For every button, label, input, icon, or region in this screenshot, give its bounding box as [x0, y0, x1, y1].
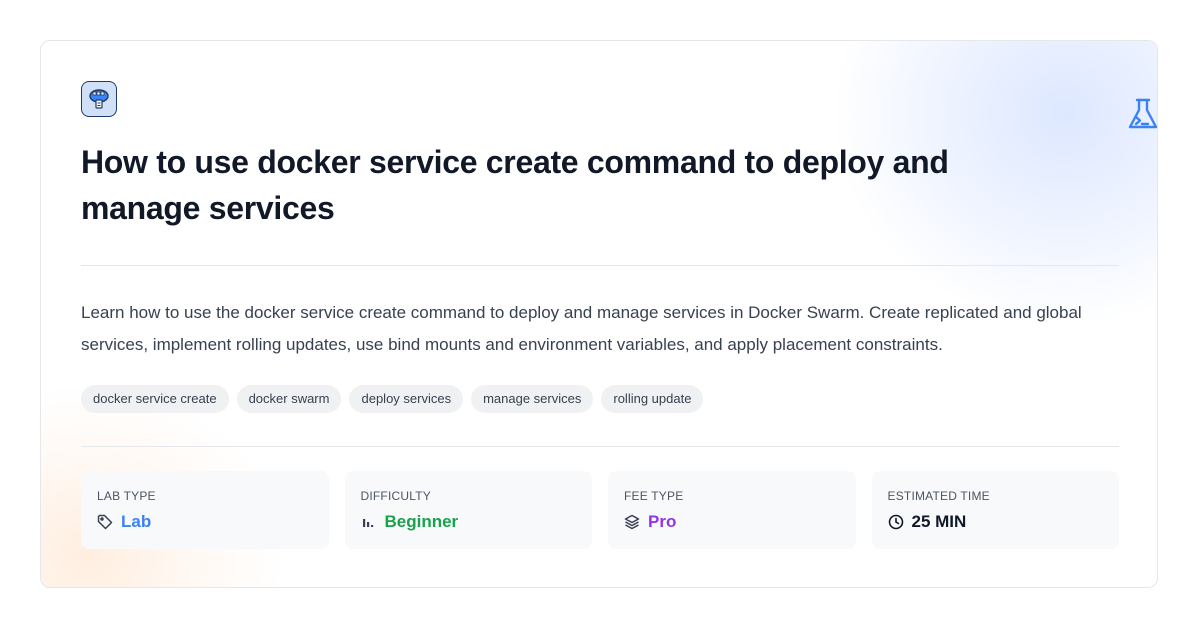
- layers-icon: [624, 514, 640, 530]
- divider: [81, 446, 1119, 447]
- tag-docker-service-create[interactable]: docker service create: [81, 385, 229, 413]
- clock-icon: [888, 514, 904, 530]
- bar-chart-icon: [361, 514, 377, 530]
- stat-estimated-time: ESTIMATED TIME 25 MIN: [871, 471, 1119, 549]
- stat-difficulty: DIFFICULTY Beginner: [344, 471, 592, 549]
- stat-value: Lab: [121, 512, 152, 531]
- tag-deploy-services[interactable]: deploy services: [349, 385, 464, 413]
- page-title: How to use docker service create command…: [81, 144, 949, 226]
- lab-card: How to use docker service create command…: [40, 40, 1158, 588]
- course-description: Learn how to use the docker service crea…: [81, 303, 1082, 354]
- tag-docker-swarm[interactable]: docker swarm: [236, 385, 342, 413]
- stat-lab-type: LAB TYPE Lab: [81, 471, 329, 549]
- tag-list: docker service create docker swarm deplo…: [81, 385, 704, 413]
- tag-manage-services[interactable]: manage services: [471, 385, 594, 413]
- stat-label: ESTIMATED TIME: [887, 489, 990, 503]
- tag-icon: [97, 514, 113, 530]
- stat-fee-type: FEE TYPE Pro: [608, 471, 856, 549]
- stat-label: LAB TYPE: [97, 489, 156, 503]
- stat-value: Beginner: [384, 512, 459, 531]
- stats-row: LAB TYPE Lab DIFFICULTY Beginner FEE TYP…: [81, 471, 1119, 549]
- docker-icon: [81, 81, 117, 117]
- stat-value: 25 MIN: [911, 512, 967, 531]
- tag-rolling-update[interactable]: rolling update: [601, 385, 704, 413]
- stat-label: FEE TYPE: [624, 489, 684, 503]
- stat-label: DIFFICULTY: [360, 489, 431, 503]
- divider: [81, 265, 1119, 266]
- flask-terminal-icon: [1125, 96, 1157, 132]
- stat-value: Pro: [648, 512, 677, 531]
